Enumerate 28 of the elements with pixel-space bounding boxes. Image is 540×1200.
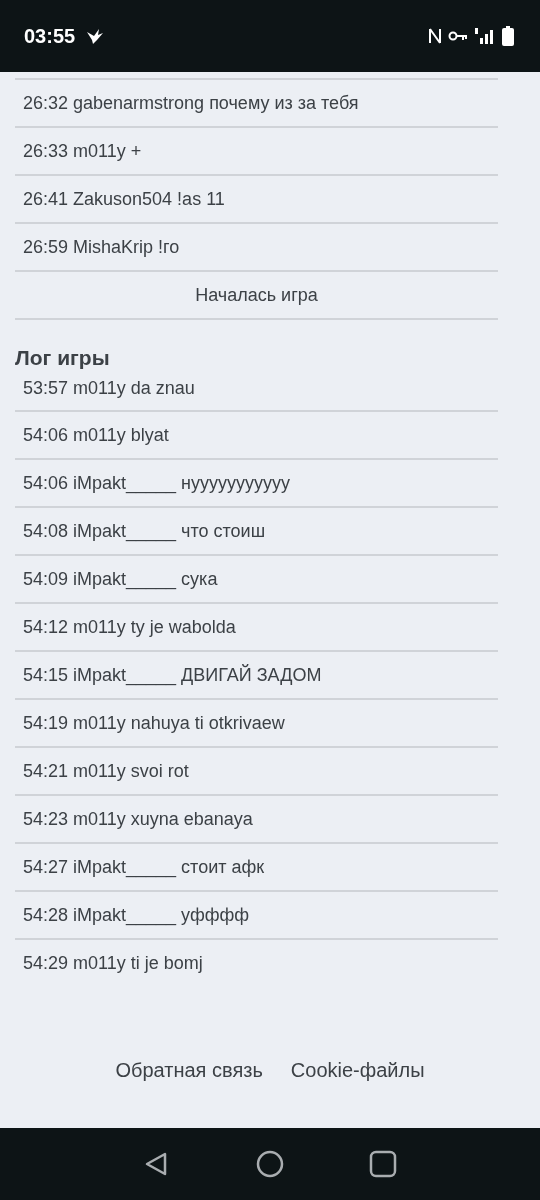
key-icon <box>448 30 468 42</box>
chat-message: 26:59 MishaKrip !го <box>23 236 180 258</box>
signal-icon <box>474 28 496 44</box>
log-entry: 54:12 m011y ty je wabolda <box>23 616 236 638</box>
chat-message: 26:33 m011y + <box>23 140 142 162</box>
footer-link[interactable]: Cookie-файлы <box>290 1058 425 1082</box>
home-icon[interactable] <box>256 1150 284 1178</box>
log-entry: 54:06 m011y blyat <box>23 424 169 446</box>
battery-icon <box>502 26 514 46</box>
nfc-icon <box>428 27 442 45</box>
chat-message: 26:32 gabenarmstrong почему из за тебя <box>23 92 359 114</box>
log-entry: 54:06 iMpakt_____ нууууууууууу <box>23 472 291 494</box>
log-entry: 54:15 iMpakt_____ ДВИГАЙ ЗАДОМ <box>23 664 322 686</box>
recents-icon[interactable] <box>369 1150 398 1178</box>
log-entry: 54:29 m011y ti je bomj <box>23 952 203 974</box>
status-time: 03:55 <box>24 24 76 48</box>
log-entry: 54:08 iMpakt_____ что стоиш <box>23 520 266 542</box>
log-entry: 54:23 m011y xuyna ebanaya <box>23 808 253 830</box>
game-started-notice: Началась игра <box>195 284 318 306</box>
log-entry: 53:57 m011y da znau <box>23 380 195 399</box>
log-entry: 54:27 iMpakt_____ стоит афк <box>23 856 265 878</box>
section-heading: Лог игры <box>15 346 111 370</box>
log-entry: 54:09 iMpakt_____ сука <box>23 568 218 590</box>
log-entry: 54:21 m011y svoi rot <box>23 760 189 782</box>
chat-message: 26:41 Zakuson504 !as 11 <box>23 188 225 210</box>
log-entry: 54:19 m011y nahuya ti otkrivaew <box>23 712 285 734</box>
log-entry: 54:28 iMpakt_____ уфффф <box>23 904 250 926</box>
footer-link[interactable]: Обратная связь <box>115 1058 263 1082</box>
